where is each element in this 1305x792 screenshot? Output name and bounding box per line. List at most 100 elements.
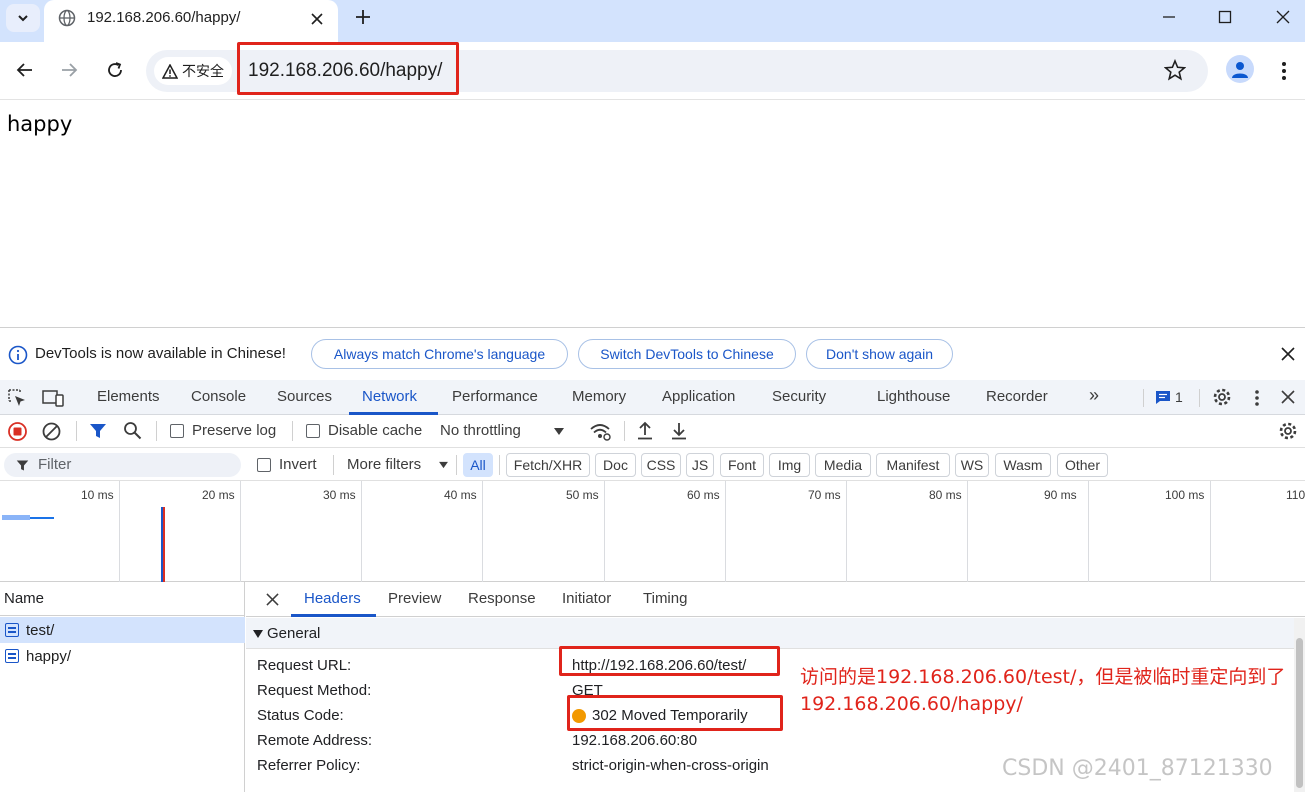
download-icon[interactable]: [670, 421, 688, 440]
new-tab-button[interactable]: [352, 6, 374, 28]
divider: [292, 421, 293, 441]
browser-menu-button[interactable]: [1270, 56, 1298, 86]
disable-cache-label: Disable cache: [328, 422, 423, 439]
star-icon[interactable]: [1164, 59, 1186, 81]
timeline-tick-label: 20 ms: [202, 488, 235, 502]
tab-performance[interactable]: Performance: [452, 388, 538, 405]
request-name: happy/: [26, 647, 72, 665]
switch-devtools-chinese-button[interactable]: Switch DevTools to Chinese: [578, 339, 796, 369]
disable-cache-checkbox[interactable]: [306, 424, 320, 438]
filter-all[interactable]: All: [463, 453, 493, 477]
filter-input[interactable]: Filter: [4, 453, 241, 477]
tab-lighthouse[interactable]: Lighthouse: [877, 388, 950, 405]
device-toolbar-icon[interactable]: [42, 389, 64, 407]
filter-img[interactable]: Img: [769, 453, 810, 477]
watermark: CSDN @2401_87121330: [1002, 756, 1273, 781]
tab-search-button[interactable]: [6, 4, 40, 32]
request-row[interactable]: happy/: [0, 643, 245, 669]
tab-console[interactable]: Console: [191, 388, 246, 405]
close-icon[interactable]: [266, 593, 279, 606]
infobar-message: DevTools is now available in Chinese!: [35, 345, 286, 362]
network-timeline-overview[interactable]: 10 ms 20 ms 30 ms 40 ms 50 ms 60 ms 70 m…: [0, 481, 1305, 582]
scrollbar-thumb[interactable]: [1296, 638, 1303, 788]
globe-icon: [58, 9, 76, 27]
timeline-request-bar: [30, 517, 54, 519]
profile-avatar[interactable]: [1226, 55, 1254, 83]
timeline-tick-label: 110: [1286, 488, 1305, 502]
filter-other[interactable]: Other: [1057, 453, 1108, 477]
network-conditions-icon[interactable]: [589, 422, 611, 441]
preserve-log-checkbox[interactable]: [170, 424, 184, 438]
browser-tab[interactable]: 192.168.206.60/happy/: [44, 0, 338, 42]
name-column-header[interactable]: Name: [4, 590, 44, 607]
forward-button[interactable]: [54, 55, 84, 85]
tab-recorder[interactable]: Recorder: [986, 388, 1048, 405]
tab-close-button[interactable]: [306, 8, 328, 30]
upload-icon[interactable]: [636, 421, 654, 440]
tab-security[interactable]: Security: [772, 388, 826, 405]
filter-doc[interactable]: Doc: [595, 453, 636, 477]
filter-wasm[interactable]: Wasm: [995, 453, 1051, 477]
active-tab-indicator: [291, 614, 376, 617]
search-icon[interactable]: [123, 421, 142, 440]
tab-elements[interactable]: Elements: [97, 388, 160, 405]
security-chip[interactable]: 不安全: [154, 57, 232, 85]
filter-media[interactable]: Media: [815, 453, 871, 477]
tab-application[interactable]: Application: [662, 388, 735, 405]
filter-js[interactable]: JS: [686, 453, 714, 477]
more-tabs-button[interactable]: »: [1089, 385, 1099, 406]
more-filters-button[interactable]: More filters: [347, 456, 421, 473]
back-button[interactable]: [10, 55, 40, 85]
detail-scrollbar[interactable]: [1294, 618, 1305, 792]
detail-tab-timing[interactable]: Timing: [643, 590, 687, 607]
settings-gear-icon[interactable]: [1212, 387, 1232, 407]
header-key-request-method: Request Method:: [257, 682, 372, 699]
filter-manifest[interactable]: Manifest: [876, 453, 950, 477]
dropdown-arrow-icon[interactable]: [553, 427, 565, 436]
divider: [76, 421, 77, 441]
load-event-marker: [163, 507, 165, 582]
close-icon: [311, 13, 323, 25]
throttling-select[interactable]: No throttling: [440, 422, 521, 439]
detail-tab-response[interactable]: Response: [468, 590, 536, 607]
filter-css[interactable]: CSS: [641, 453, 681, 477]
issues-counter[interactable]: 1: [1155, 389, 1183, 405]
filter-fetch-xhr[interactable]: Fetch/XHR: [506, 453, 590, 477]
filter-funnel-icon[interactable]: [89, 422, 107, 440]
close-icon[interactable]: [1281, 347, 1295, 361]
minimize-button[interactable]: [1156, 6, 1182, 28]
settings-gear-icon[interactable]: [1278, 421, 1298, 441]
devtools-tabbar: Elements Console Sources Network Perform…: [0, 380, 1305, 415]
detail-tab-preview[interactable]: Preview: [388, 590, 441, 607]
reload-button[interactable]: [100, 55, 130, 85]
detail-tab-headers[interactable]: Headers: [304, 590, 361, 607]
always-match-language-button[interactable]: Always match Chrome's language: [311, 339, 568, 369]
request-row[interactable]: test/: [0, 617, 245, 643]
filter-font[interactable]: Font: [720, 453, 764, 477]
timeline-gridline: [1088, 481, 1089, 582]
dropdown-arrow-icon[interactable]: [438, 461, 449, 469]
general-section-header[interactable]: General: [246, 618, 1294, 649]
invert-checkbox[interactable]: [257, 458, 271, 472]
tab-network[interactable]: Network: [362, 388, 417, 405]
filter-ws[interactable]: WS: [955, 453, 989, 477]
maximize-button[interactable]: [1212, 6, 1238, 28]
divider: [499, 455, 500, 475]
maximize-icon: [1218, 10, 1232, 24]
detail-tab-initiator[interactable]: Initiator: [562, 590, 611, 607]
tab-sources[interactable]: Sources: [277, 388, 332, 405]
timeline-tick-label: 30 ms: [323, 488, 356, 502]
more-vertical-icon[interactable]: [1254, 389, 1260, 407]
arrow-left-icon: [16, 63, 32, 77]
timeline-gridline: [361, 481, 362, 582]
record-stop-icon[interactable]: [8, 422, 27, 441]
tab-strip: 192.168.206.60/happy/: [0, 0, 1305, 42]
document-icon: [5, 623, 19, 637]
dont-show-again-button[interactable]: Don't show again: [806, 339, 953, 369]
window-close-button[interactable]: [1270, 6, 1296, 28]
inspect-element-icon[interactable]: [8, 389, 27, 407]
tab-memory[interactable]: Memory: [572, 388, 626, 405]
close-icon[interactable]: [1281, 390, 1295, 404]
clear-icon[interactable]: [42, 422, 61, 441]
timeline-tick-label: 40 ms: [444, 488, 477, 502]
